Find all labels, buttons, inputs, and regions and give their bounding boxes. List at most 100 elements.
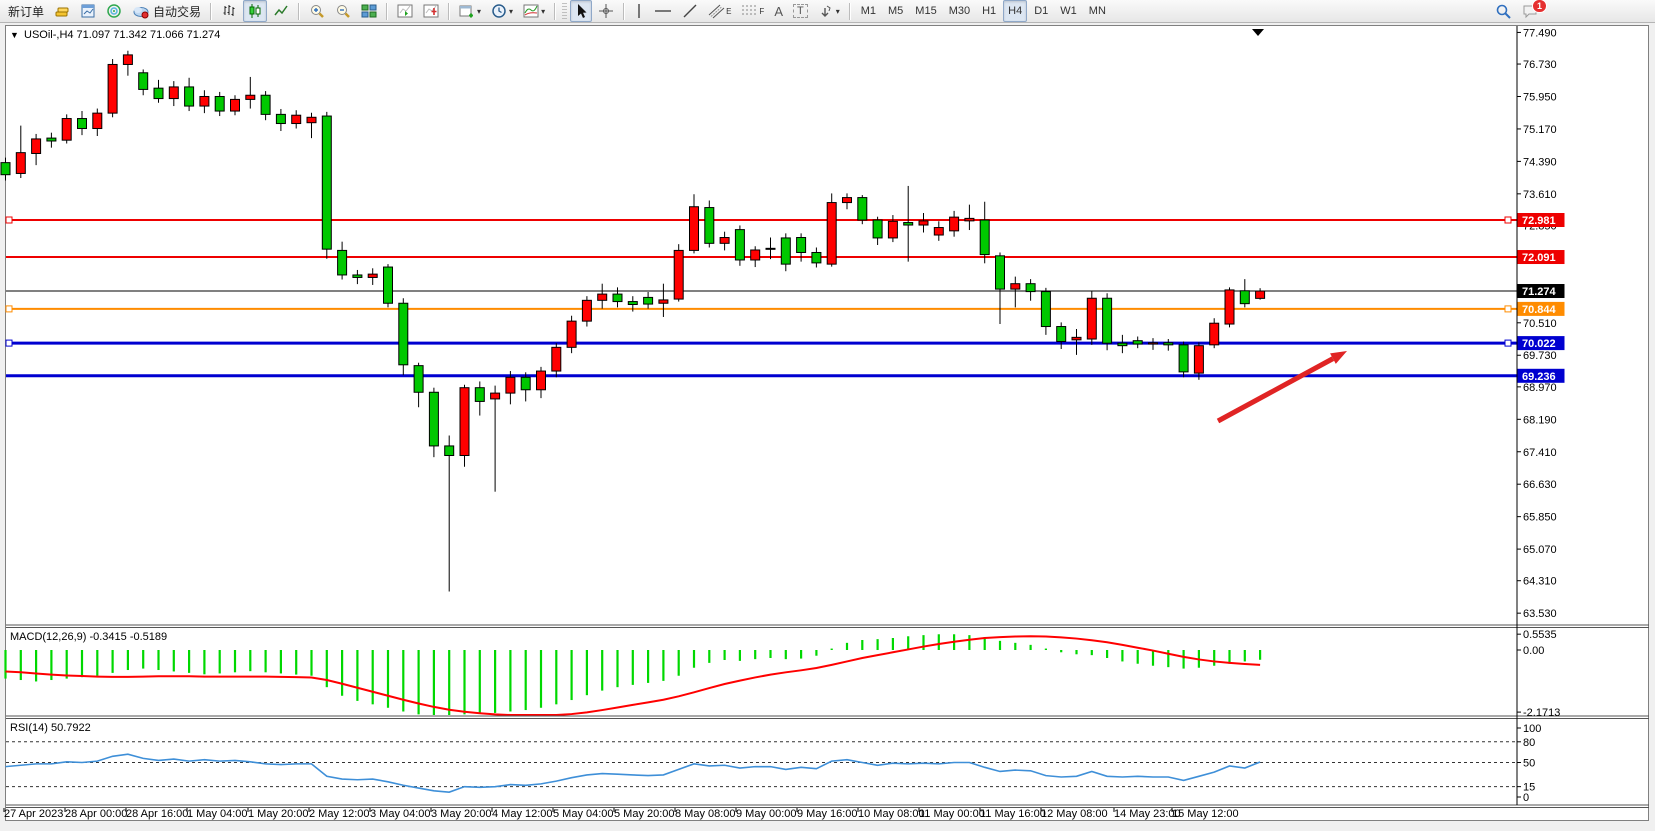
candle-body	[521, 377, 530, 389]
vertical-line-tool-button[interactable]	[630, 0, 648, 22]
horizontal-line-tool-button[interactable]	[650, 0, 676, 22]
time-tick-label: 4 May 12:00	[492, 808, 553, 820]
line-handle[interactable]	[1505, 340, 1511, 346]
new-order-button[interactable]: 新订单	[4, 0, 48, 22]
price-tick-label: 73.610	[1523, 189, 1557, 201]
text-tool-button[interactable]: A	[770, 0, 787, 22]
chevron-down-icon: ▾	[509, 7, 513, 16]
chart-shift-button[interactable]	[419, 0, 443, 22]
candle-body	[185, 87, 194, 106]
candlestick-mode-button[interactable]	[243, 0, 267, 22]
crosshair-tool-button[interactable]	[594, 0, 618, 22]
fibo-f-badge: F	[759, 7, 764, 16]
candle-body	[460, 388, 469, 456]
line-handle[interactable]	[1505, 306, 1511, 312]
time-tick-label: 3 May 20:00	[431, 808, 492, 820]
timeframe-button-mn[interactable]: MN	[1084, 0, 1111, 22]
trendline-tool-button[interactable]	[678, 0, 702, 22]
line-handle[interactable]	[1505, 217, 1511, 223]
chart-canvas[interactable]: 77.49076.73075.95075.17074.39073.61072.8…	[0, 23, 1655, 826]
rsi-axis-label: 50	[1523, 758, 1535, 770]
cursor-tool-button[interactable]	[570, 0, 592, 22]
timeframe-button-w1[interactable]: W1	[1055, 0, 1082, 22]
candle-body	[1164, 343, 1173, 345]
candle-body	[919, 221, 928, 225]
channel-tool-button[interactable]: E	[704, 0, 735, 22]
rsi-axis-label: 80	[1523, 737, 1535, 749]
timeframe-button-m15[interactable]: M15	[910, 0, 941, 22]
line-chart-mode-button[interactable]	[269, 0, 293, 22]
navigator-button[interactable]	[102, 0, 126, 22]
time-tick-label: 9 May 00:00	[736, 808, 797, 820]
candle-body	[108, 64, 117, 113]
candle-body	[475, 388, 484, 402]
bar-chart-mode-button[interactable]	[217, 0, 241, 22]
candle-body	[858, 198, 867, 220]
price-tick-label: 66.630	[1523, 479, 1557, 491]
candle-body	[690, 207, 699, 251]
data-window-icon	[80, 3, 96, 19]
zoom-in-button[interactable]	[305, 0, 329, 22]
candle-body	[1057, 327, 1066, 342]
templates-button[interactable]: ▾	[519, 0, 549, 22]
price-tag-label: 71.274	[1522, 286, 1557, 298]
notification-badge: 1	[1532, 0, 1547, 13]
zoom-out-button[interactable]	[331, 0, 355, 22]
candle-body	[32, 139, 41, 154]
timeframe-toolbar: M1M5M15M30H1H4D1W1MN	[855, 0, 1112, 22]
zoom-in-icon	[309, 3, 325, 19]
candle-body	[1118, 343, 1127, 345]
arrows-tool-button[interactable]: ▾	[814, 0, 844, 22]
candle-body	[888, 221, 897, 238]
candle-body	[491, 393, 500, 399]
fibonacci-tool-button[interactable]: F	[737, 0, 768, 22]
candle-body	[567, 321, 576, 347]
market-watch-button[interactable]	[50, 0, 74, 22]
timeframe-button-m1[interactable]: M1	[856, 0, 881, 22]
candle-body	[1041, 292, 1050, 327]
price-tick-label: 75.950	[1523, 91, 1557, 103]
time-tick-label: 1 May 20:00	[248, 808, 309, 820]
candle-body	[78, 119, 87, 129]
candle-body	[552, 347, 561, 371]
chart-window[interactable]: 77.49076.73075.95075.17074.39073.61072.8…	[0, 23, 1655, 826]
candle-body	[827, 203, 836, 265]
candle-body	[598, 294, 607, 300]
timeframe-button-h1[interactable]: H1	[977, 0, 1001, 22]
line-handle[interactable]	[6, 340, 12, 346]
new-chart-button[interactable]: ▾	[455, 0, 485, 22]
arrows-icon	[818, 3, 834, 19]
candle-body	[705, 208, 714, 244]
candle-body	[996, 256, 1005, 289]
line-handle[interactable]	[6, 306, 12, 312]
candle-body	[1, 163, 10, 175]
candle-body	[246, 95, 255, 99]
time-tick-label: 12 May 08:00	[1041, 808, 1108, 820]
text-label-tool-button[interactable]: T	[789, 0, 812, 22]
time-tick-label: 11 May 00:00	[919, 808, 985, 820]
timeframe-button-m30[interactable]: M30	[944, 0, 975, 22]
zoom-out-icon	[335, 3, 351, 19]
candle-body	[1072, 337, 1081, 339]
auto-scroll-button[interactable]	[393, 0, 417, 22]
candle-body	[429, 392, 438, 446]
one-click-collapse-arrow: ▼	[10, 30, 19, 40]
macd-title: MACD(12,26,9) -0.3415 -0.5189	[10, 631, 167, 643]
rsi-axis-label: 0	[1523, 792, 1529, 804]
candle-body	[62, 119, 71, 141]
timeframe-button-d1[interactable]: D1	[1029, 0, 1053, 22]
period-button[interactable]: ▾	[487, 0, 517, 22]
autotrading-button[interactable]: 自动交易	[128, 0, 205, 22]
timeframe-button-m5[interactable]: M5	[883, 0, 908, 22]
notifications-button[interactable]: 1	[1518, 0, 1558, 22]
search-button[interactable]	[1491, 0, 1516, 22]
candle-body	[1256, 291, 1265, 298]
crosshair-icon	[598, 3, 614, 19]
line-handle[interactable]	[6, 217, 12, 223]
toolbar-grip[interactable]	[562, 3, 567, 19]
price-tick-label: 74.390	[1523, 156, 1557, 168]
timeframe-button-h4[interactable]: H4	[1003, 0, 1027, 22]
candle-body	[735, 230, 744, 260]
data-window-button[interactable]	[76, 0, 100, 22]
tile-windows-button[interactable]	[357, 0, 381, 22]
